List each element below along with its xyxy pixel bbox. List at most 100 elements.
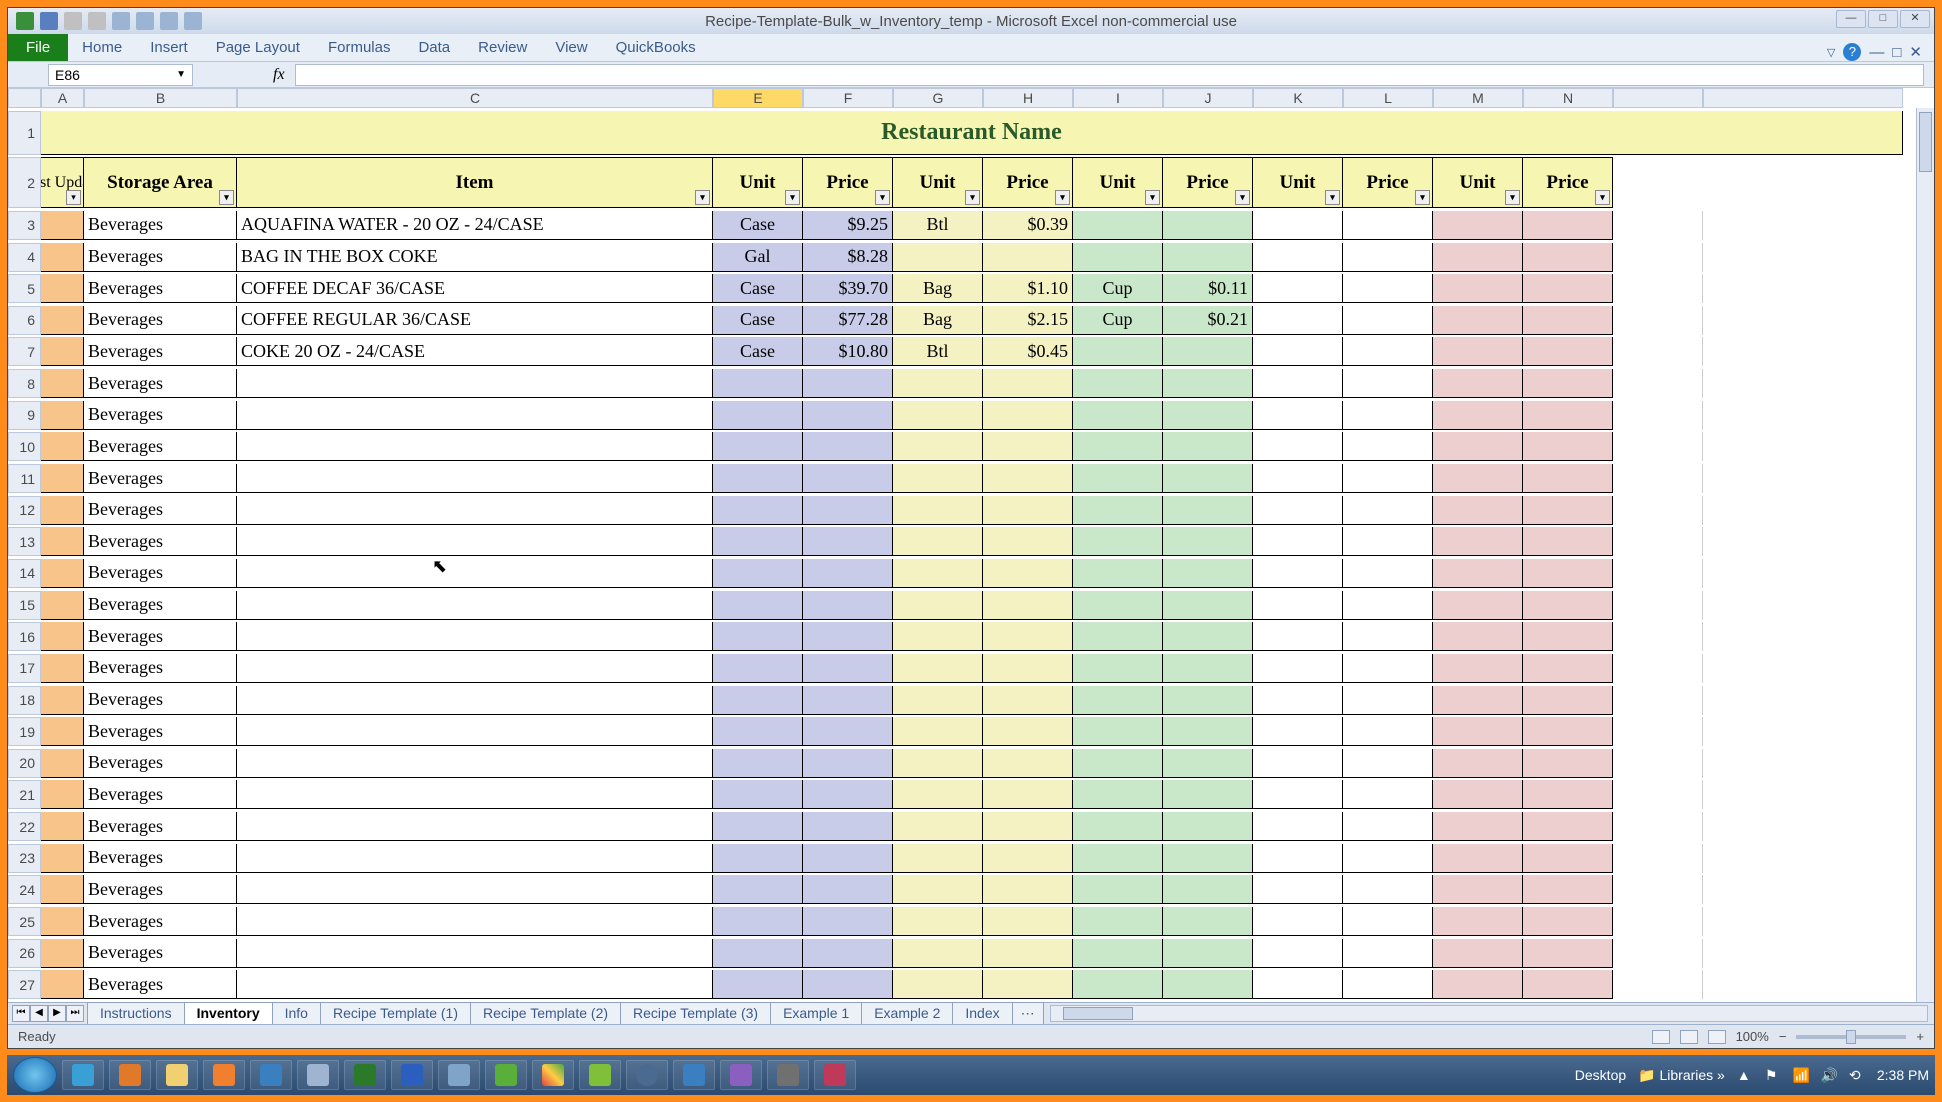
cell[interactable] xyxy=(1703,970,1903,999)
cell[interactable] xyxy=(41,337,84,366)
tab-review[interactable]: Review xyxy=(464,34,541,61)
cell[interactable] xyxy=(893,875,983,904)
cell[interactable]: Beverages xyxy=(84,875,237,904)
row-header[interactable]: 9 xyxy=(8,401,41,430)
taskbar-clock[interactable]: 2:38 PM xyxy=(1877,1067,1929,1083)
row-header[interactable]: 13 xyxy=(8,527,41,556)
cell[interactable] xyxy=(1073,907,1163,936)
cell[interactable] xyxy=(983,686,1073,715)
cell[interactable] xyxy=(983,527,1073,556)
tab-home[interactable]: Home xyxy=(68,34,136,61)
cell[interactable] xyxy=(983,559,1073,588)
cell[interactable] xyxy=(1343,369,1433,398)
row-header[interactable]: 8 xyxy=(8,369,41,398)
cell[interactable] xyxy=(893,812,983,841)
cell[interactable] xyxy=(803,939,893,968)
cell[interactable] xyxy=(1343,749,1433,778)
cell[interactable] xyxy=(893,401,983,430)
cell[interactable] xyxy=(803,970,893,999)
cell[interactable] xyxy=(1703,527,1903,556)
cell[interactable] xyxy=(1703,274,1903,303)
save-icon[interactable] xyxy=(40,12,58,30)
cell[interactable] xyxy=(1343,432,1433,461)
cell[interactable] xyxy=(1433,274,1523,303)
cell[interactable] xyxy=(1253,844,1343,873)
cell[interactable] xyxy=(1253,211,1343,240)
cell[interactable] xyxy=(41,559,84,588)
cell[interactable] xyxy=(1433,401,1523,430)
taskbar-media-icon[interactable] xyxy=(203,1060,245,1090)
cell[interactable] xyxy=(1703,717,1903,746)
cell[interactable] xyxy=(1073,622,1163,651)
cell[interactable] xyxy=(1343,337,1433,366)
sheet-tab[interactable]: Instructions xyxy=(87,1002,185,1025)
cell[interactable] xyxy=(1523,717,1613,746)
tab-view[interactable]: View xyxy=(541,34,601,61)
header-cell[interactable]: Unit▾ xyxy=(1253,157,1343,208)
column-header[interactable]: N xyxy=(1523,88,1613,108)
cell[interactable] xyxy=(713,401,803,430)
cell[interactable] xyxy=(893,464,983,493)
ribbon-minimize-icon[interactable]: ▽ xyxy=(1827,46,1835,59)
cell[interactable] xyxy=(1073,780,1163,809)
cell[interactable] xyxy=(41,306,84,335)
cell[interactable] xyxy=(1253,306,1343,335)
cell[interactable] xyxy=(1703,306,1903,335)
cell[interactable] xyxy=(1523,274,1613,303)
cell[interactable] xyxy=(1523,780,1613,809)
cell[interactable] xyxy=(1703,401,1903,430)
cell[interactable] xyxy=(893,844,983,873)
cell[interactable] xyxy=(713,527,803,556)
cell[interactable] xyxy=(893,369,983,398)
cell[interactable] xyxy=(41,970,84,999)
qat-icon[interactable] xyxy=(184,12,202,30)
doc-restore-icon[interactable]: □ xyxy=(1892,44,1901,61)
cell[interactable] xyxy=(983,875,1073,904)
cell[interactable]: Beverages xyxy=(84,939,237,968)
sheet-tab[interactable]: Recipe Template (3) xyxy=(620,1002,771,1025)
cell[interactable] xyxy=(713,907,803,936)
taskbar-app-icon[interactable] xyxy=(250,1060,292,1090)
cell[interactable] xyxy=(1703,157,1903,208)
cell[interactable] xyxy=(1253,749,1343,778)
cell[interactable] xyxy=(237,970,713,999)
taskbar-app-icon[interactable] xyxy=(438,1060,480,1090)
cell[interactable] xyxy=(1163,559,1253,588)
row-header[interactable]: 19 xyxy=(8,717,41,746)
cell[interactable]: Bag xyxy=(893,306,983,335)
cell[interactable] xyxy=(41,527,84,556)
formula-bar[interactable] xyxy=(295,64,1924,86)
cell[interactable] xyxy=(803,686,893,715)
cell[interactable] xyxy=(1613,622,1703,651)
cell[interactable] xyxy=(1253,591,1343,620)
name-box[interactable]: E86 ▼ xyxy=(48,64,193,86)
cell[interactable] xyxy=(1163,970,1253,999)
tab-nav-first[interactable]: ⏮ xyxy=(12,1005,30,1022)
row-header[interactable]: 21 xyxy=(8,780,41,809)
cell[interactable]: COFFEE REGULAR 36/CASE xyxy=(237,306,713,335)
cell[interactable] xyxy=(983,939,1073,968)
cell[interactable] xyxy=(983,432,1073,461)
cell[interactable]: Bag xyxy=(893,274,983,303)
filter-dropdown-icon[interactable]: ▾ xyxy=(1055,190,1070,205)
cell[interactable] xyxy=(1343,654,1433,683)
tab-quickbooks[interactable]: QuickBooks xyxy=(602,34,710,61)
filter-dropdown-icon[interactable]: ▾ xyxy=(1415,190,1430,205)
cell[interactable] xyxy=(41,432,84,461)
cell[interactable] xyxy=(1433,622,1523,651)
cell[interactable] xyxy=(1253,686,1343,715)
taskbar-excel-icon[interactable] xyxy=(344,1060,386,1090)
tab-formulas[interactable]: Formulas xyxy=(314,34,405,61)
cell[interactable]: Cup xyxy=(1073,274,1163,303)
cell[interactable] xyxy=(1253,875,1343,904)
cell[interactable]: Cup xyxy=(1073,306,1163,335)
minimize-button[interactable]: — xyxy=(1836,10,1866,28)
cell[interactable] xyxy=(893,527,983,556)
cell[interactable] xyxy=(1523,464,1613,493)
tab-data[interactable]: Data xyxy=(404,34,464,61)
cell[interactable] xyxy=(1523,369,1613,398)
column-header[interactable]: K xyxy=(1253,88,1343,108)
cell[interactable] xyxy=(1703,654,1903,683)
cell[interactable]: $0.21 xyxy=(1163,306,1253,335)
cell[interactable] xyxy=(1163,907,1253,936)
